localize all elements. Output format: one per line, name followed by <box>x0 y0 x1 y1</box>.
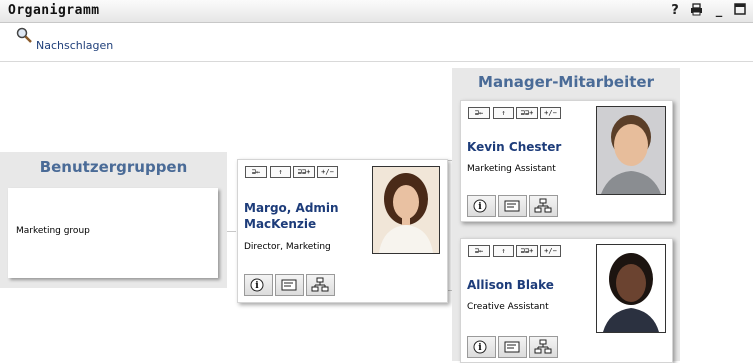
print-icon[interactable] <box>689 3 703 18</box>
org-chart-button[interactable] <box>529 195 558 217</box>
back-button[interactable]: ⊒← <box>468 107 490 119</box>
person-title: Marketing Assistant <box>467 164 556 174</box>
back-button[interactable]: ⊒← <box>245 166 267 178</box>
group-card[interactable]: Marketing group <box>8 188 218 278</box>
svg-text:i: i <box>478 202 482 212</box>
person-name-line1[interactable]: Margo, Admin <box>244 200 339 216</box>
person-photo <box>596 106 666 195</box>
person-photo <box>596 244 666 333</box>
person-card: ⊒← ↑ ⊒⊒+ +/− Kevin Chester Marketing Ass… <box>460 100 673 222</box>
minimize-icon[interactable]: _ <box>712 3 726 18</box>
title-bar: Organigramm ? _ <box>0 0 753 23</box>
expand-button[interactable]: ⊒⊒+ <box>293 166 315 178</box>
toggle-button[interactable]: +/− <box>317 166 338 178</box>
info-button[interactable]: i <box>467 336 496 358</box>
maximize-icon[interactable] <box>733 3 747 18</box>
email-button[interactable] <box>275 274 304 296</box>
back-button[interactable]: ⊒← <box>468 245 490 257</box>
info-button[interactable]: i <box>467 195 496 217</box>
info-icon: i <box>473 340 487 354</box>
person-title: Creative Assistant <box>467 302 549 312</box>
user-groups-panel: Benutzergruppen Marketing group <box>0 152 227 288</box>
selected-user-card: ⊒← ↑ ⊒⊒+ +/− Margo, Admin MacKenzie Dire… <box>237 159 448 303</box>
help-icon[interactable]: ? <box>668 3 682 18</box>
svg-text:i: i <box>478 343 482 353</box>
person-photo <box>372 166 440 254</box>
up-button[interactable]: ↑ <box>493 245 514 257</box>
email-icon <box>504 341 520 353</box>
person-card: ⊒← ↑ ⊒⊒+ +/− Allison Blake Creative Assi… <box>460 238 673 363</box>
email-button[interactable] <box>498 336 527 358</box>
user-groups-heading: Benutzergruppen <box>39 158 188 176</box>
toggle-button[interactable]: +/− <box>540 107 561 119</box>
direct-reports-heading: Manager-Mitarbeiter <box>478 73 654 91</box>
person-name[interactable]: Margo, Admin MacKenzie <box>244 200 339 232</box>
info-icon: i <box>250 278 264 292</box>
email-button[interactable] <box>498 195 527 217</box>
svg-text:i: i <box>255 281 259 291</box>
toolbar: Nachschlagen <box>0 23 753 62</box>
org-chart-icon <box>311 277 329 292</box>
up-button[interactable]: ↑ <box>493 107 514 119</box>
org-chart-icon <box>534 339 552 354</box>
magnifier-icon <box>16 27 32 43</box>
person-title: Director, Marketing <box>244 242 331 252</box>
person-name-line2[interactable]: MacKenzie <box>244 216 339 232</box>
up-button[interactable]: ↑ <box>270 166 291 178</box>
toggle-button[interactable]: +/− <box>540 245 561 257</box>
group-name[interactable]: Marketing group <box>16 226 90 236</box>
email-icon <box>281 279 297 291</box>
info-button[interactable]: i <box>244 274 273 296</box>
window-title: Organigramm <box>8 3 100 18</box>
lookup-label[interactable]: Nachschlagen <box>36 39 113 52</box>
person-name[interactable]: Allison Blake <box>467 277 554 293</box>
org-chart-button[interactable] <box>306 274 335 296</box>
email-icon <box>504 200 520 212</box>
info-icon: i <box>473 199 487 213</box>
org-chart-button[interactable] <box>529 336 558 358</box>
person-name[interactable]: Kevin Chester <box>467 139 561 155</box>
expand-button[interactable]: ⊒⊒+ <box>516 245 538 257</box>
org-chart-icon <box>534 198 552 213</box>
expand-button[interactable]: ⊒⊒+ <box>516 107 538 119</box>
